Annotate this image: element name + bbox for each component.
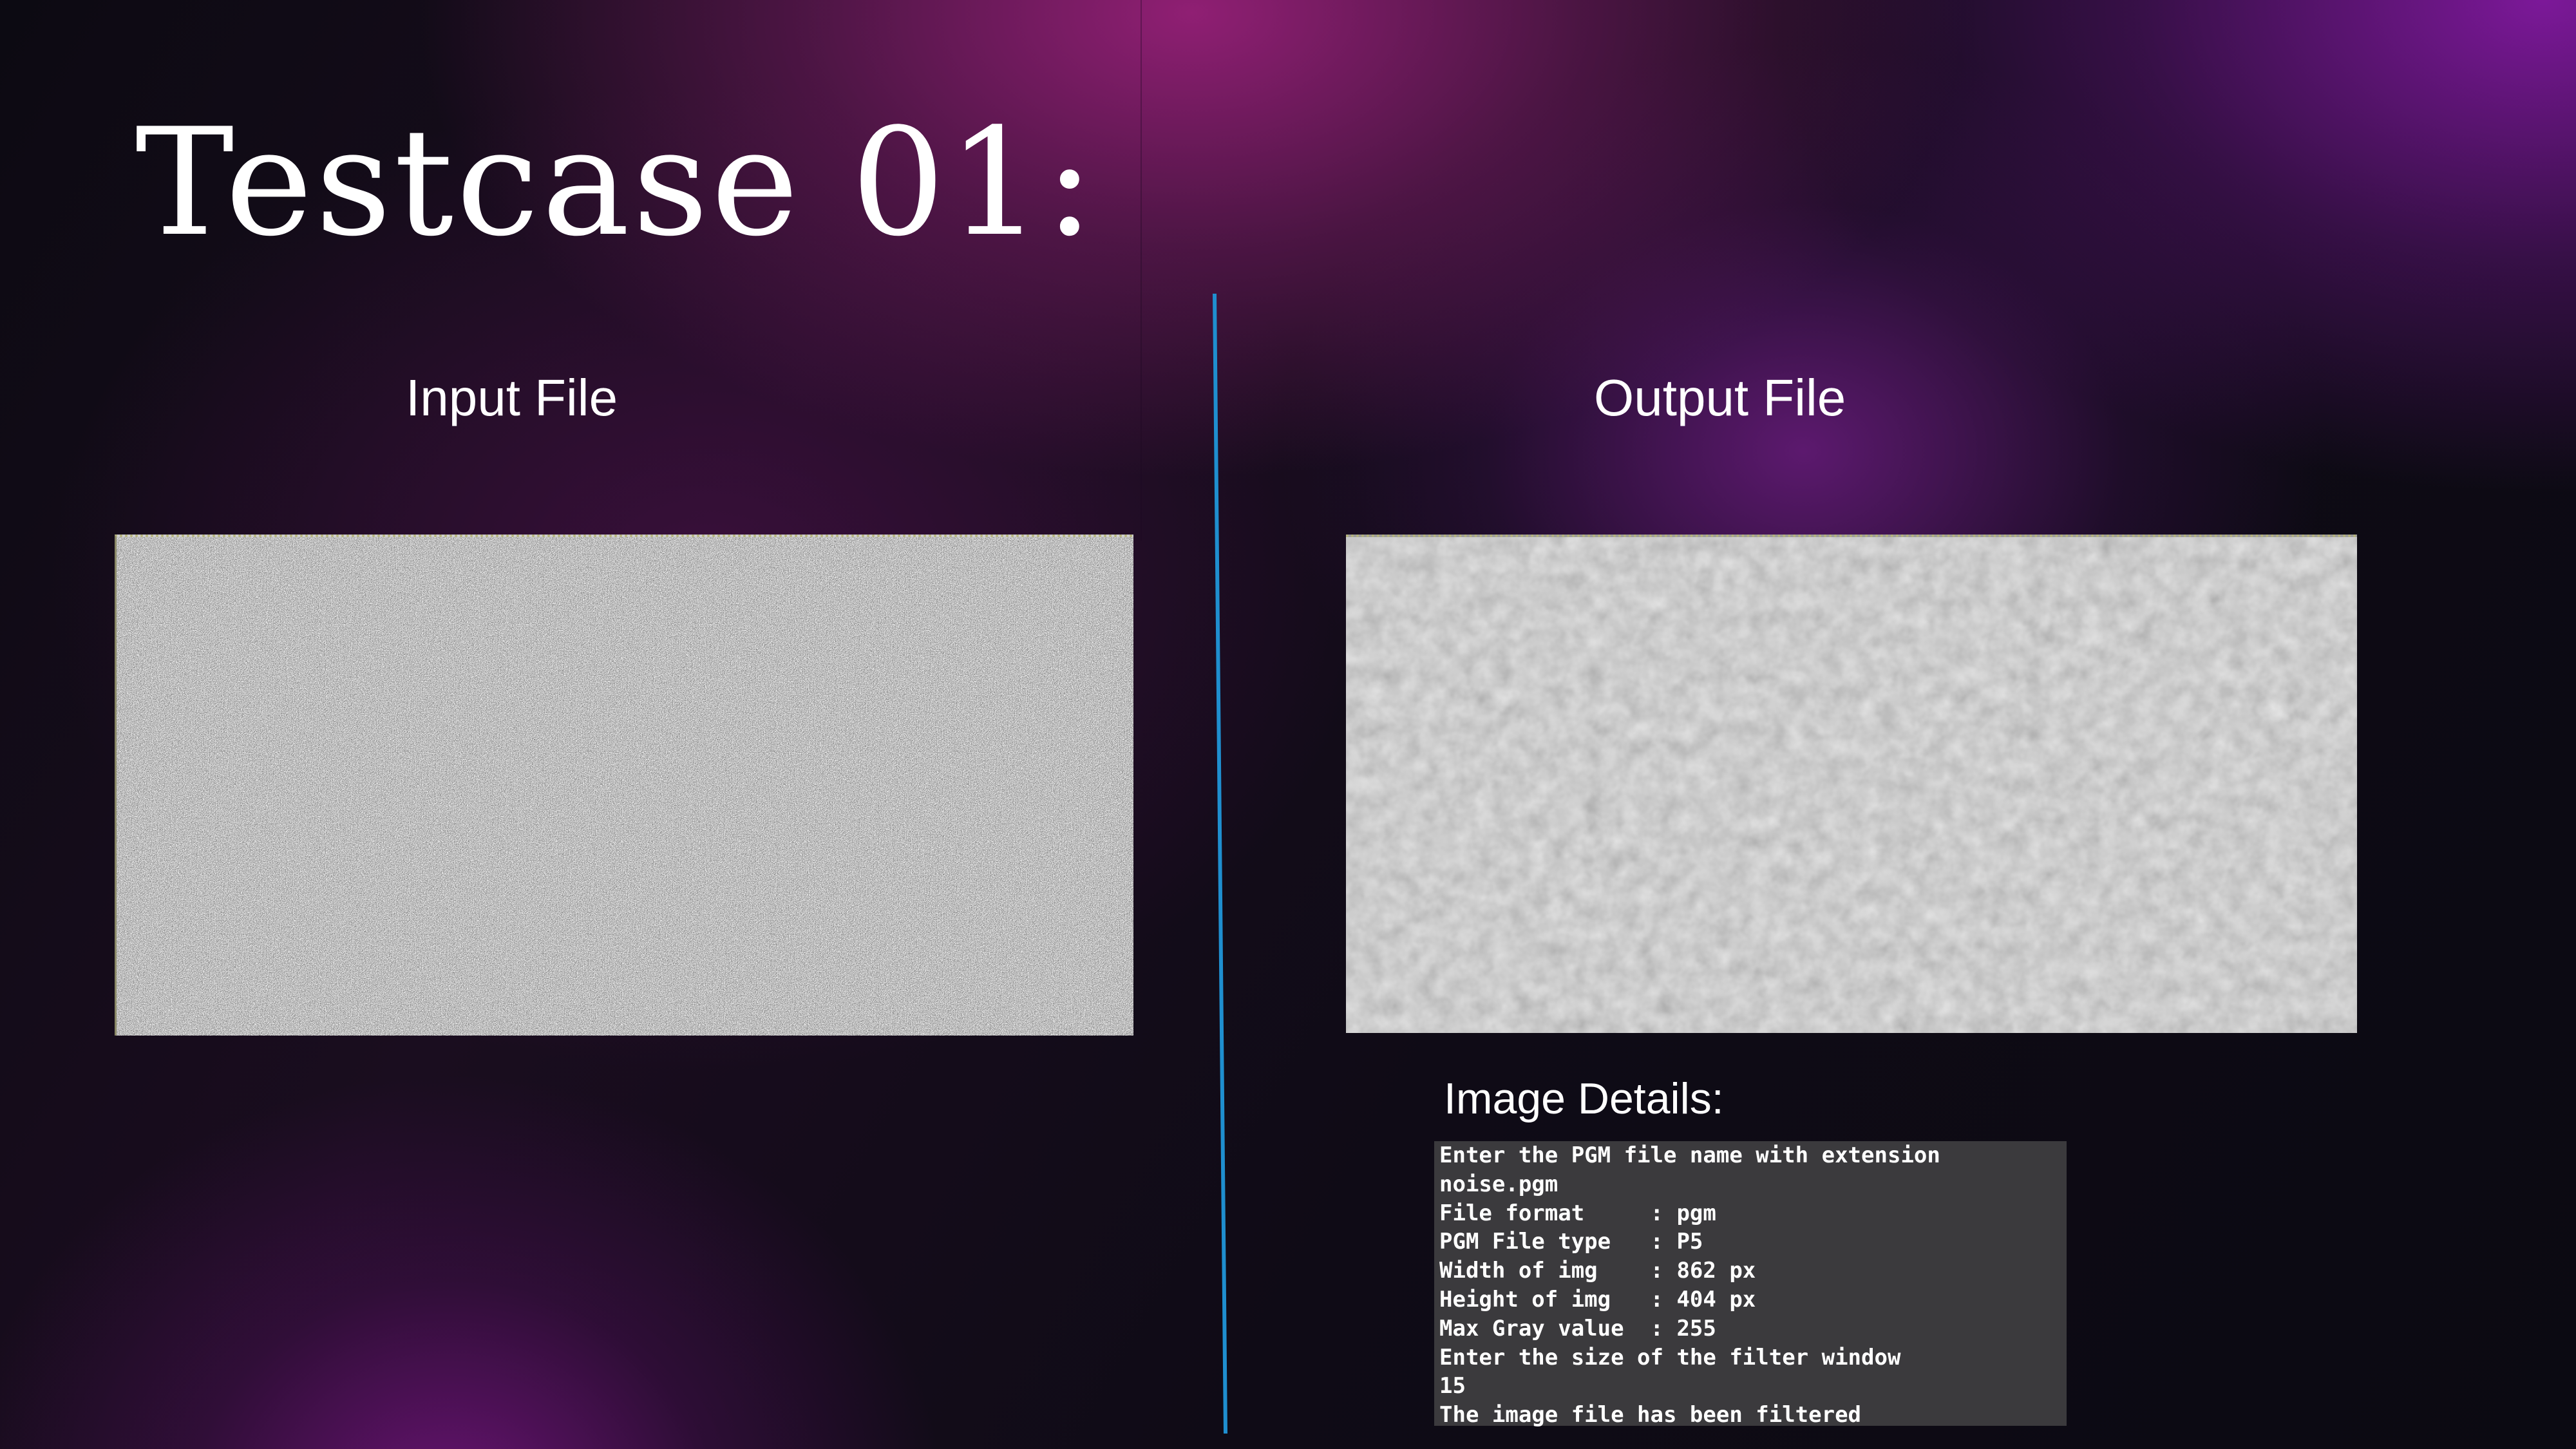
image-details-heading: Image Details: bbox=[1444, 1074, 1724, 1123]
terminal-line: The image file has been filtered bbox=[1439, 1402, 1862, 1428]
terminal-line: Height of img : 404 px bbox=[1439, 1286, 1756, 1312]
noise-texture bbox=[117, 537, 1133, 1036]
divider-line bbox=[1213, 293, 1227, 1434]
terminal-line: File format : pgm bbox=[1439, 1200, 1716, 1226]
input-noise-image bbox=[115, 535, 1133, 1036]
terminal-output: Enter the PGM file name with extension n… bbox=[1434, 1141, 2067, 1428]
slide: Testcase 01: Input File Output File Imag… bbox=[0, 0, 2576, 1449]
terminal-line: Width of img : 862 px bbox=[1439, 1258, 1756, 1284]
terminal-line: PGM File type : P5 bbox=[1439, 1229, 1703, 1255]
terminal-line: noise.pgm bbox=[1439, 1171, 1558, 1197]
filtered-texture bbox=[1346, 537, 2357, 1033]
terminal-line: Max Gray value : 255 bbox=[1439, 1315, 1716, 1341]
terminal-line: Enter the PGM file name with extension bbox=[1439, 1142, 1940, 1168]
terminal-line: 15 bbox=[1439, 1373, 1466, 1399]
terminal-line: Enter the size of the filter window bbox=[1439, 1344, 1901, 1370]
output-filtered-image bbox=[1346, 535, 2357, 1033]
